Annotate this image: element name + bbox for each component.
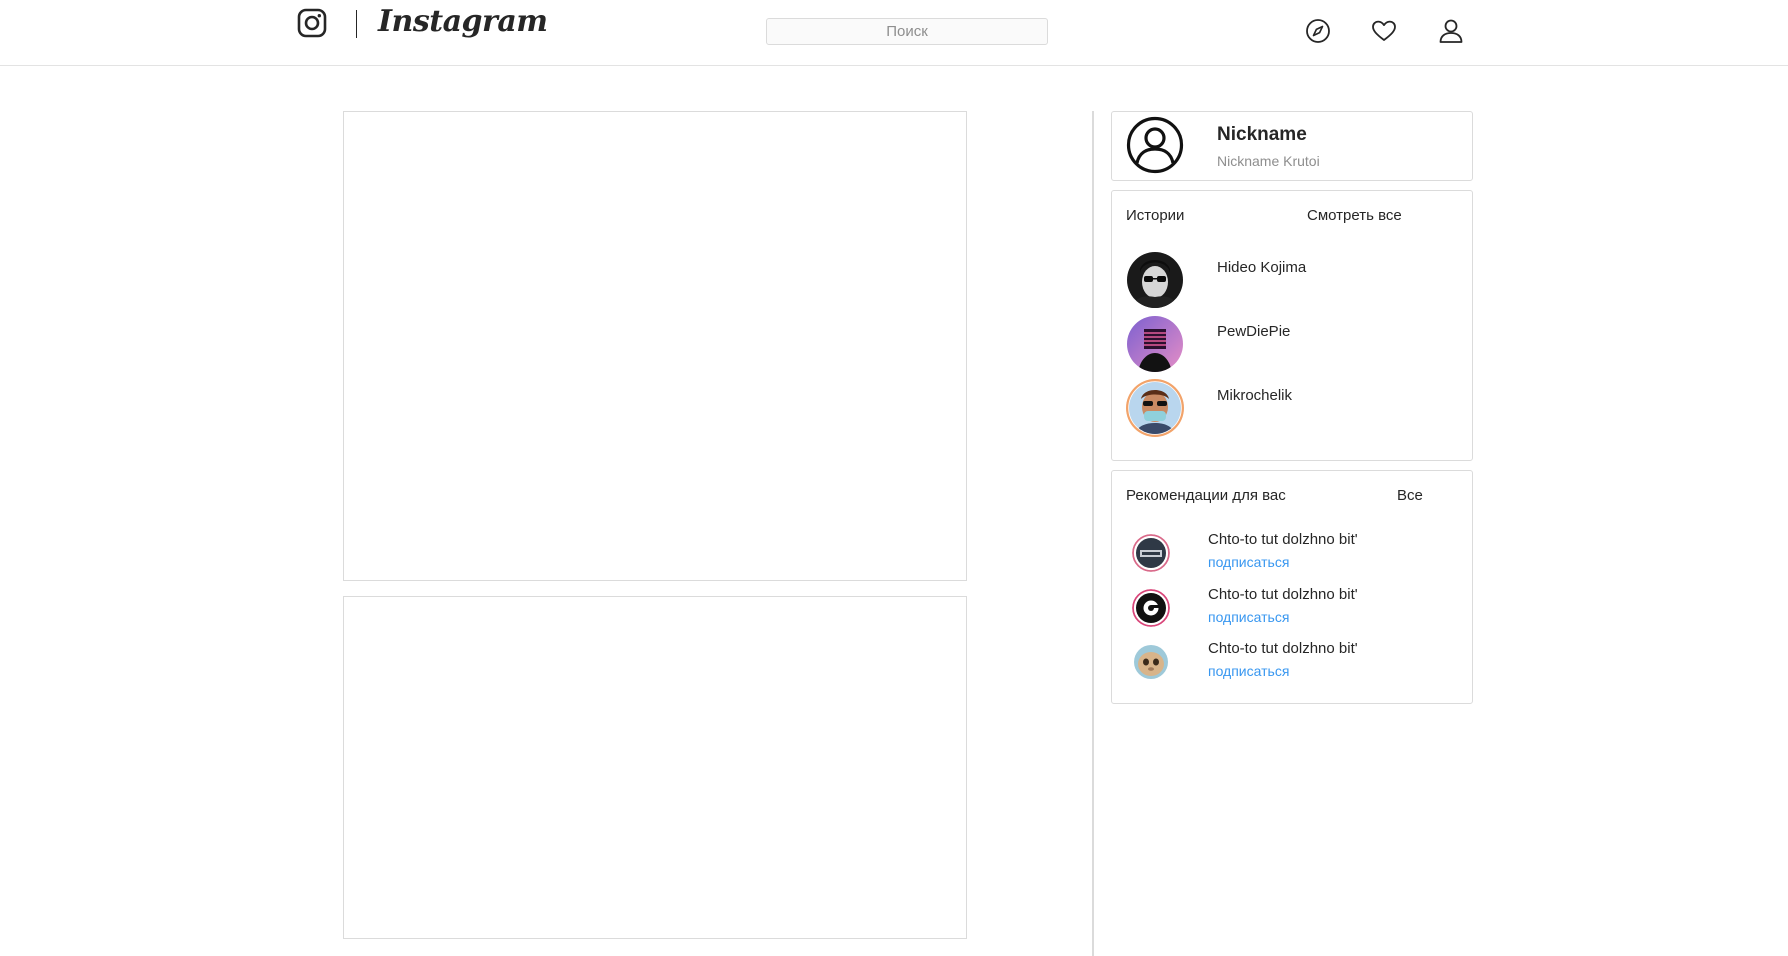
suggestion-item: Chto-to tut dolzhno bit' подписаться	[1132, 583, 1462, 633]
suggestions-see-all-link[interactable]: Все	[1397, 487, 1423, 504]
story-item-hideo-kojima[interactable]: Hideo Kojima	[1126, 251, 1466, 311]
top-navigation-bar: Instagram	[0, 0, 1788, 66]
story-name: PewDiePie	[1217, 323, 1291, 340]
story-name: Hideo Kojima	[1217, 259, 1307, 276]
follow-link[interactable]: подписаться	[1208, 663, 1289, 679]
search-input[interactable]	[766, 18, 1048, 45]
profile-nickname[interactable]: Nickname	[1217, 124, 1307, 146]
story-item-mikrochelik[interactable]: Mikrochelik	[1126, 379, 1466, 439]
profile-full-name: Nickname Krutoi	[1217, 153, 1320, 169]
compass-icon[interactable]	[1304, 17, 1332, 45]
suggestion-avatar[interactable]	[1132, 643, 1170, 681]
user-icon[interactable]	[1437, 17, 1465, 45]
story-avatar	[1127, 252, 1183, 308]
suggestions-card: Рекомендации для вас Все Chto-to tut dol…	[1111, 470, 1473, 704]
story-item-pewdiepie[interactable]: PewDiePie	[1126, 315, 1466, 375]
profile-avatar-icon[interactable]	[1126, 116, 1184, 174]
follow-link[interactable]: подписаться	[1208, 609, 1289, 625]
suggestion-text: Chto-to tut dolzhno bit'	[1208, 640, 1358, 657]
stories-see-all-link[interactable]: Смотреть все	[1307, 207, 1402, 224]
feed-post-1[interactable]	[343, 111, 967, 581]
suggestion-text: Chto-to tut dolzhno bit'	[1208, 531, 1358, 548]
story-avatar	[1126, 379, 1184, 437]
suggestions-title: Рекомендации для вас	[1126, 487, 1286, 504]
sidebar-divider	[1092, 111, 1094, 956]
stories-card: Истории Смотреть все Hideo Kojima PewDie…	[1111, 190, 1473, 461]
suggestion-avatar[interactable]	[1132, 589, 1170, 627]
instagram-wordmark[interactable]: Instagram	[378, 4, 548, 39]
suggestion-item: Chto-to tut dolzhno bit' подписаться	[1132, 637, 1462, 687]
suggestion-avatar[interactable]	[1132, 534, 1170, 572]
feed-post-2[interactable]	[343, 596, 967, 939]
follow-link[interactable]: подписаться	[1208, 554, 1289, 570]
suggestion-text: Chto-to tut dolzhno bit'	[1208, 586, 1358, 603]
suggestion-item: Chto-to tut dolzhno bit' подписаться	[1132, 528, 1462, 578]
story-avatar	[1127, 316, 1183, 372]
instagram-logo-icon[interactable]	[297, 8, 327, 38]
story-name: Mikrochelik	[1217, 387, 1293, 404]
heart-icon[interactable]	[1370, 17, 1398, 45]
logo-divider	[356, 10, 357, 38]
profile-card: Nickname Nickname Krutoi	[1111, 111, 1473, 181]
stories-title: Истории	[1126, 207, 1185, 224]
